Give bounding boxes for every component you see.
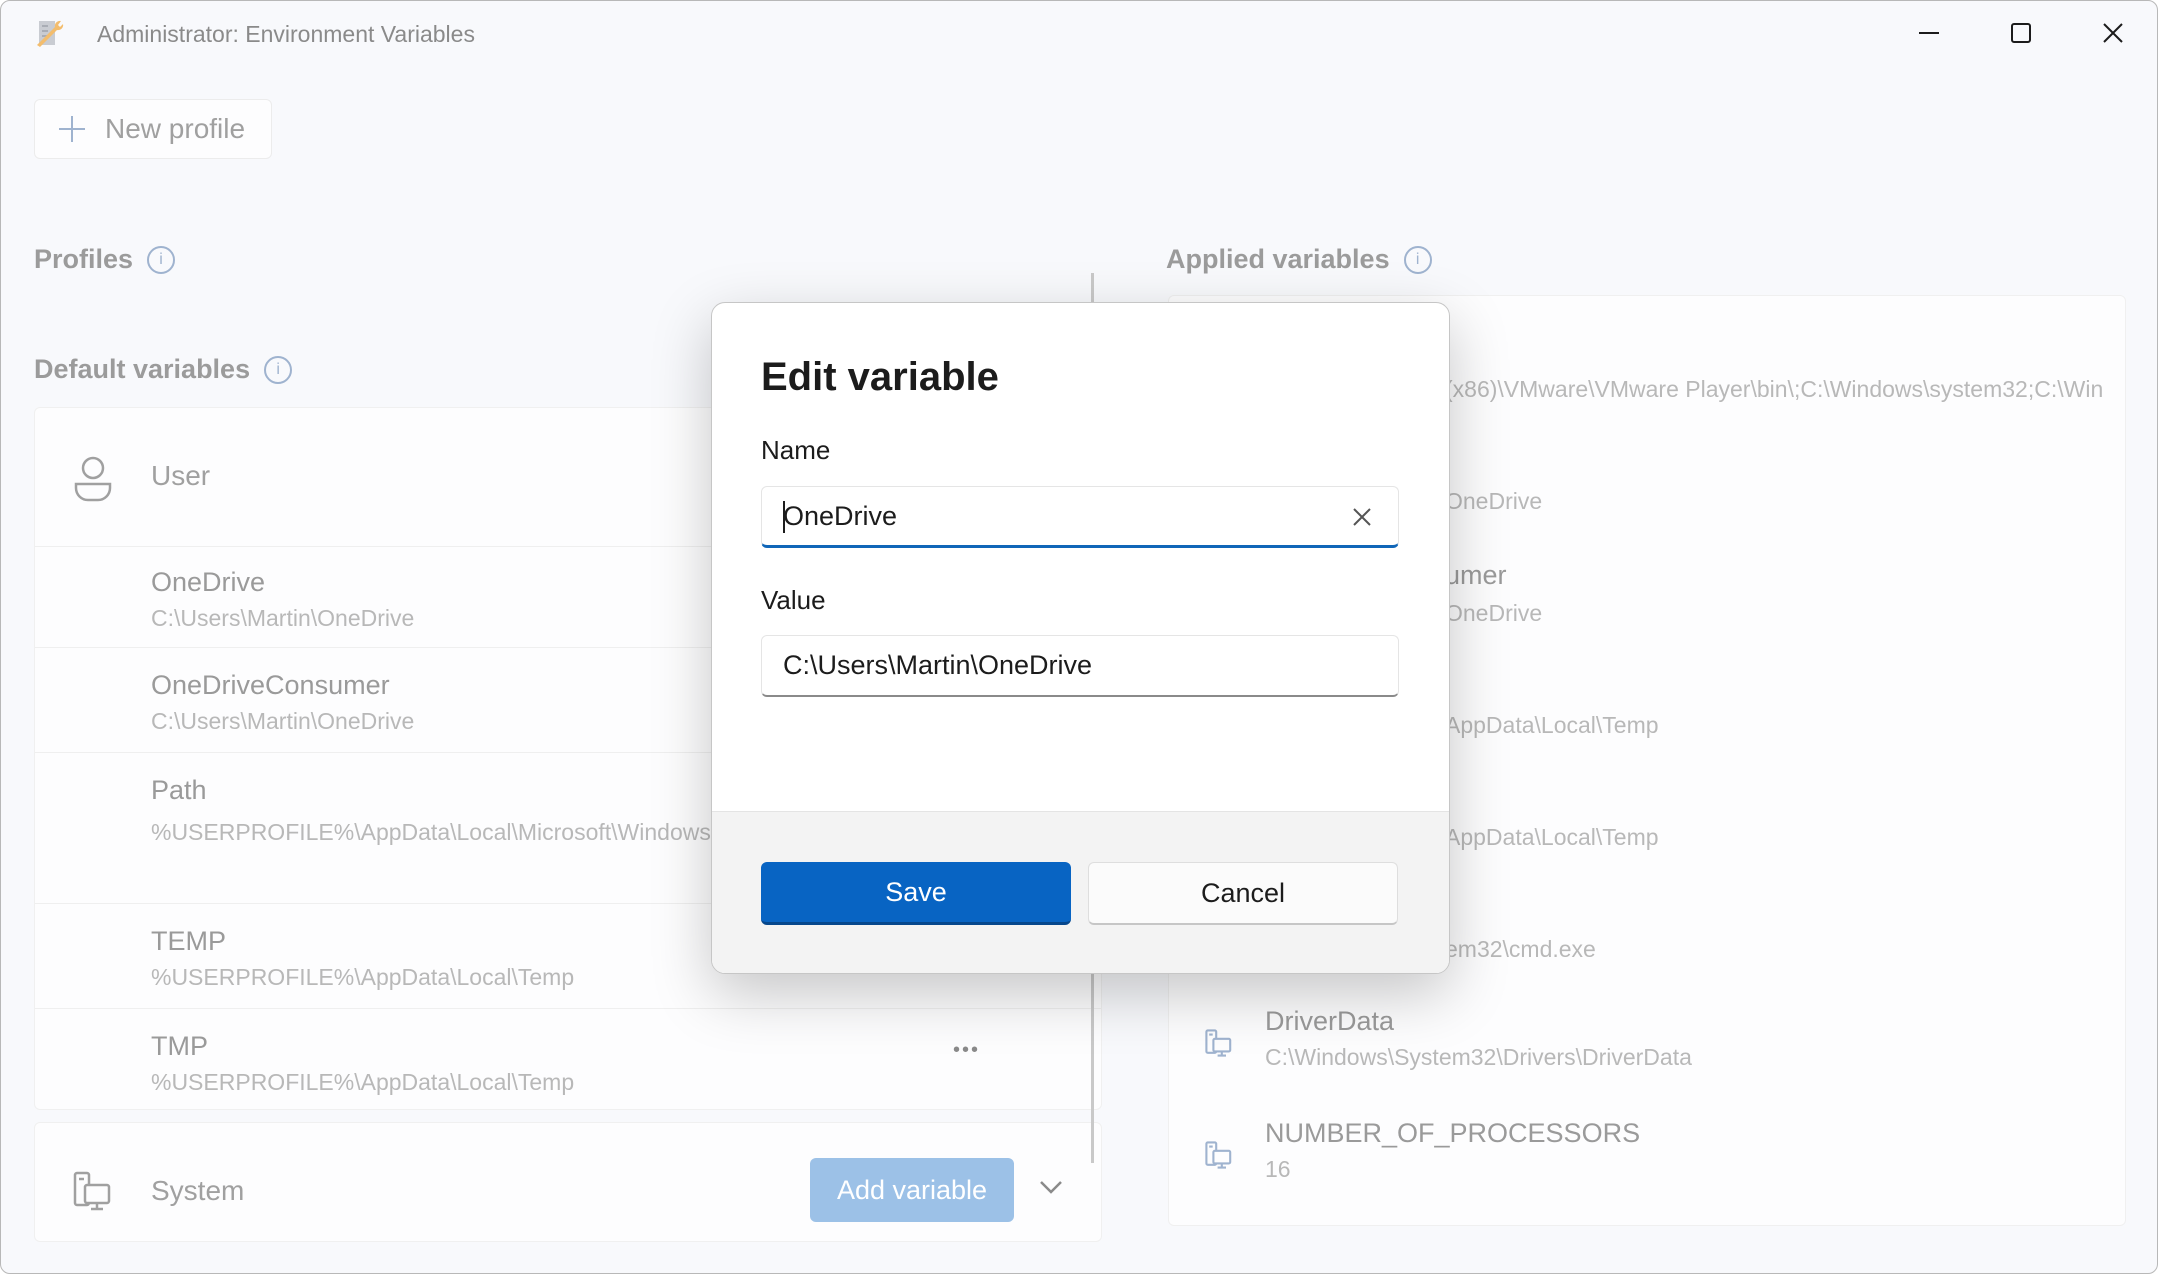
dialog-footer: Save Cancel <box>712 811 1449 973</box>
name-input-value: OneDrive <box>783 500 898 531</box>
value-label: Value <box>761 585 826 615</box>
app-window: Administrator: Environment Variables New… <box>0 0 2158 1274</box>
name-input[interactable]: OneDrive <box>761 486 1399 548</box>
edit-variable-dialog: Edit variable Name OneDrive Value C:\Use… <box>711 302 1450 974</box>
dialog-title: Edit variable <box>761 355 999 399</box>
cancel-button[interactable]: Cancel <box>1088 862 1398 925</box>
value-input[interactable]: C:\Users\Martin\OneDrive <box>761 635 1399 697</box>
value-input-value: C:\Users\Martin\OneDrive <box>783 650 1093 680</box>
name-label: Name <box>761 435 831 465</box>
app-content: Administrator: Environment Variables New… <box>1 1 2157 1273</box>
text-caret <box>783 501 785 533</box>
save-button[interactable]: Save <box>761 862 1071 925</box>
clear-icon[interactable] <box>1348 503 1376 531</box>
